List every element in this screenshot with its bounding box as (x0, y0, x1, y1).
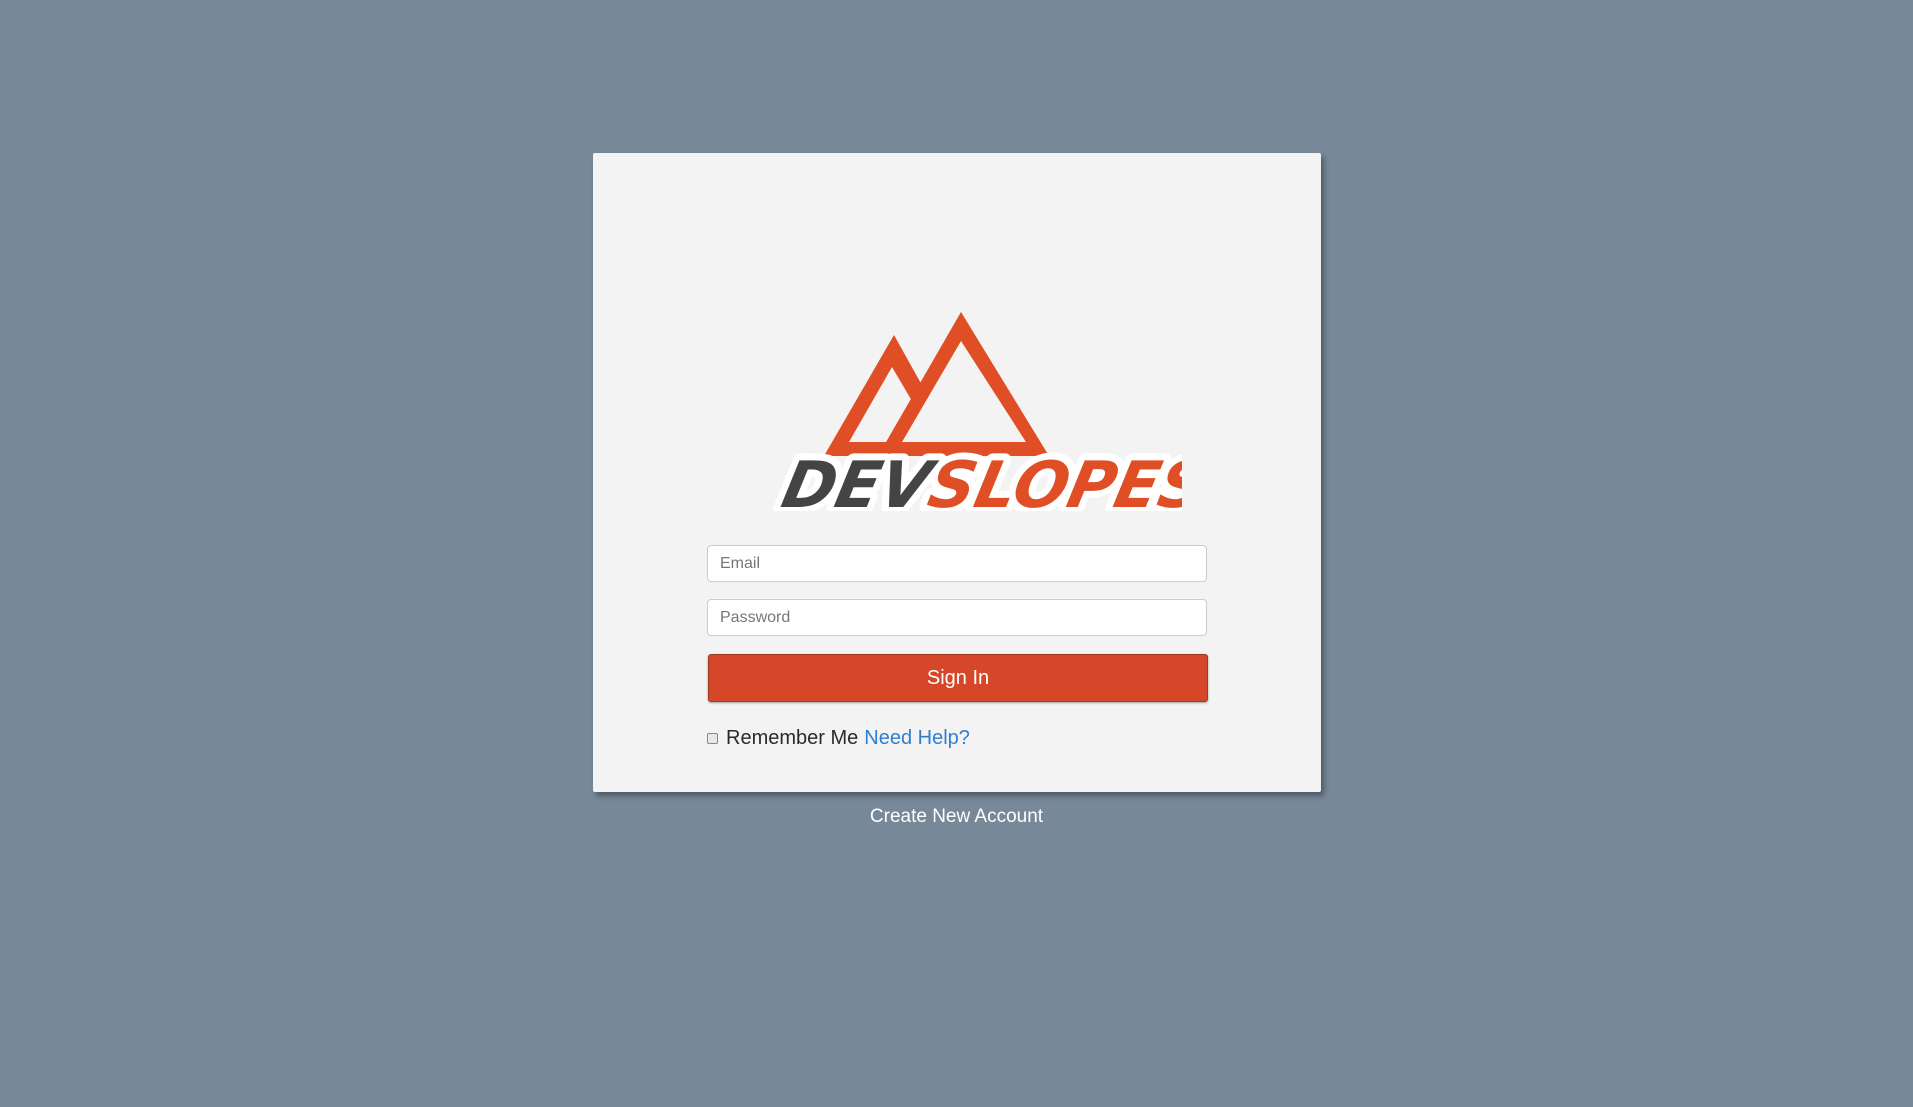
create-account-link[interactable]: Create New Account (0, 806, 1913, 828)
mountain-icon: DEVSLOPES DEVSLOPES (769, 312, 1182, 511)
email-field[interactable] (707, 545, 1207, 582)
need-help-link[interactable]: Need Help? (864, 727, 970, 750)
login-card: DEVSLOPES DEVSLOPES Sign In Remember Me … (593, 153, 1321, 792)
sign-in-button[interactable]: Sign In (708, 654, 1208, 702)
login-page: DEVSLOPES DEVSLOPES Sign In Remember Me … (0, 0, 1913, 1107)
devslopes-logo: DEVSLOPES DEVSLOPES (732, 211, 1182, 511)
password-field[interactable] (707, 599, 1207, 636)
logo-wordmark: DEVSLOPES (776, 449, 1182, 511)
remember-row: Remember Me Need Help? (707, 725, 970, 751)
remember-me-label: Remember Me (726, 726, 859, 749)
remember-me-checkbox[interactable] (707, 732, 718, 744)
